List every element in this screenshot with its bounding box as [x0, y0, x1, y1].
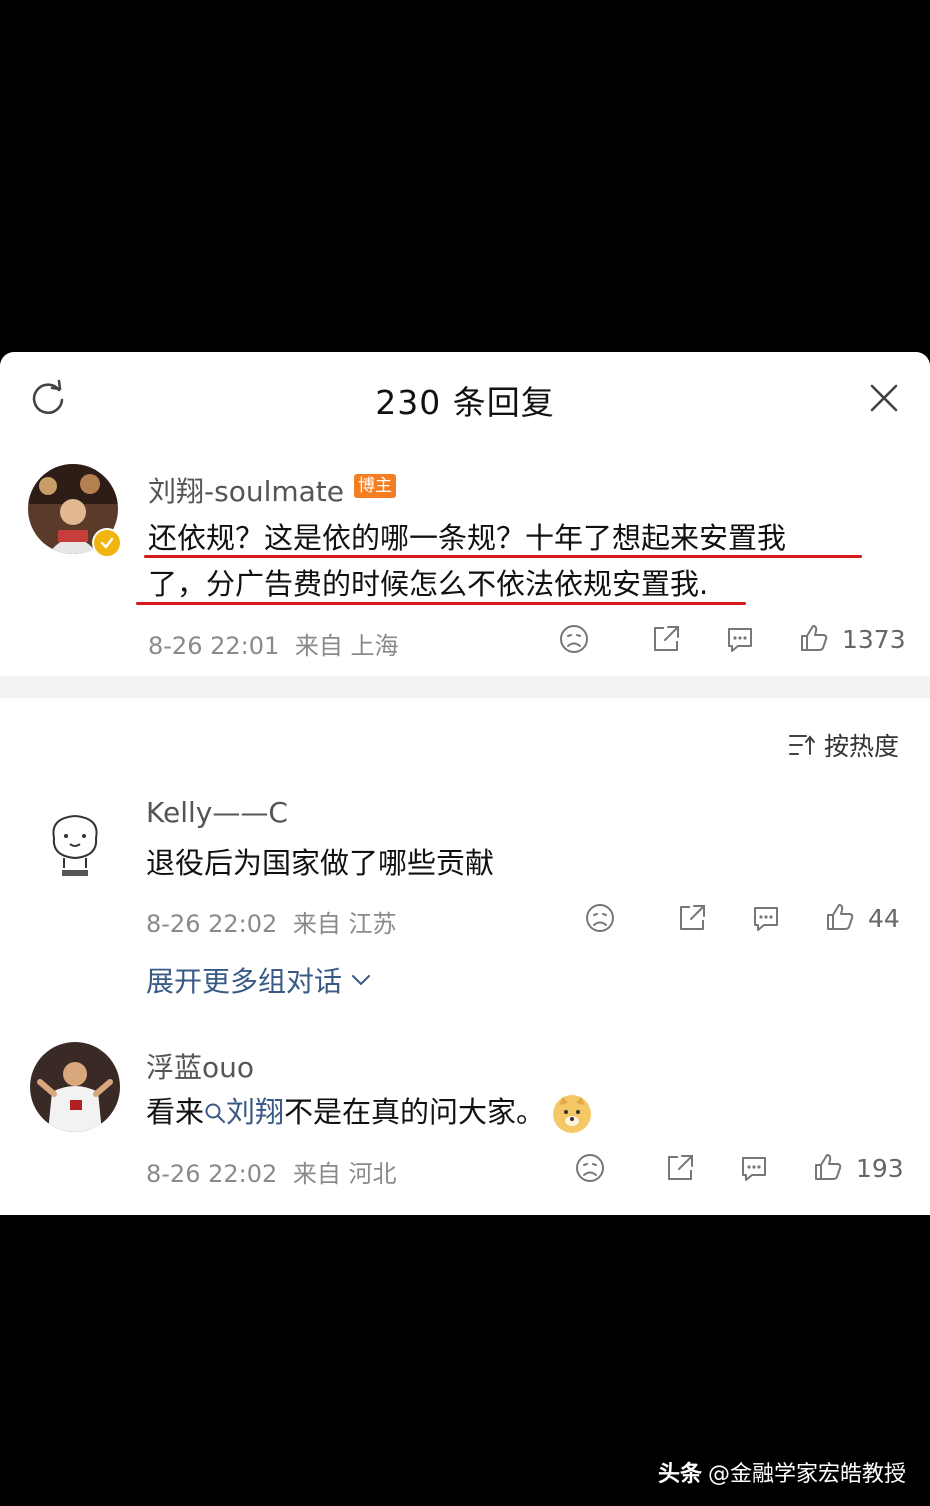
like-count: 1373 [842, 625, 906, 654]
dislike-face-icon[interactable] [558, 623, 590, 655]
reply-location: 来自 江苏 [292, 910, 397, 938]
reply-username[interactable]: Kelly——C [146, 796, 288, 829]
like-count: 44 [868, 904, 900, 933]
reply-text-suffix: 不是在真的问大家。 [284, 1095, 546, 1129]
main-comment: 刘翔-soulmate 博主 还依规？这是依的哪一条规？十年了想起来安置我 了，… [0, 452, 930, 672]
dislike-face-icon[interactable] [584, 902, 616, 934]
reply-time: 8-26 22:02 [146, 910, 278, 938]
close-icon[interactable] [864, 378, 904, 418]
reply-time: 8-26 22:02 [146, 1160, 278, 1188]
section-divider [0, 676, 930, 698]
comment-icon[interactable] [750, 902, 782, 934]
verified-badge-icon [92, 528, 122, 558]
doge-emoji-icon [553, 1095, 592, 1133]
dislike-face-icon[interactable] [574, 1152, 606, 1184]
share-icon[interactable] [676, 902, 708, 934]
share-icon[interactable] [664, 1152, 696, 1184]
watermark-brand: 头条 [657, 1462, 702, 1487]
reply-username[interactable]: 浮蓝ouo [146, 1046, 254, 1086]
sort-icon [789, 735, 815, 755]
comment-text-line2: 了，分广告费的时候怎么不依法依规安置我. [148, 567, 709, 601]
sort-button[interactable]: 按热度 [788, 727, 899, 763]
share-icon[interactable] [650, 623, 682, 655]
comment-location: 来自 上海 [294, 632, 399, 660]
sort-label: 按热度 [824, 732, 900, 761]
watermark: 头条 @金融学家宏皓教授 [658, 1456, 906, 1488]
highlight-underline [136, 602, 746, 605]
expand-more-button[interactable]: 展开更多组对话 [146, 960, 372, 1000]
reply-text: 看来 刘翔不是在真的问大家。 [146, 1089, 592, 1135]
comment-icon[interactable] [724, 623, 756, 655]
highlight-underline [144, 555, 862, 558]
expand-label: 展开更多组对话 [146, 965, 343, 998]
panel-header: 230 条回复 [0, 352, 930, 442]
chevron-down-icon [352, 975, 371, 986]
search-icon [205, 1103, 226, 1123]
page-title: 230 条回复 [375, 383, 555, 422]
comment-meta: 8-26 22:01 来自 上海 [148, 626, 399, 661]
watermark-handle: @金融学家宏皓教授 [707, 1462, 906, 1487]
like-count: 193 [856, 1154, 904, 1183]
comment-icon[interactable] [738, 1152, 770, 1184]
reply-text: 退役后为国家做了哪些贡献 [146, 846, 495, 880]
mention-link[interactable]: 刘翔 [226, 1095, 284, 1129]
like-icon[interactable] [824, 901, 856, 933]
reply-meta: 8-26 22:02 来自 江苏 [146, 904, 397, 939]
reply-location: 来自 河北 [292, 1160, 397, 1188]
avatar[interactable] [30, 1042, 120, 1132]
reply-text-prefix: 看来 [146, 1095, 205, 1129]
comment-username[interactable]: 刘翔-soulmate [148, 470, 344, 510]
like-icon[interactable] [812, 1151, 844, 1183]
replies-panel: 230 条回复 刘翔-soulmate 博主 还依规？这是依的哪一条规？十年了想… [0, 352, 930, 1215]
avatar[interactable] [36, 804, 114, 882]
comment-time: 8-26 22:01 [148, 632, 280, 660]
reply-meta: 8-26 22:02 来自 河北 [146, 1154, 397, 1189]
like-icon[interactable] [798, 622, 830, 654]
blogger-badge: 博主 [354, 474, 396, 498]
